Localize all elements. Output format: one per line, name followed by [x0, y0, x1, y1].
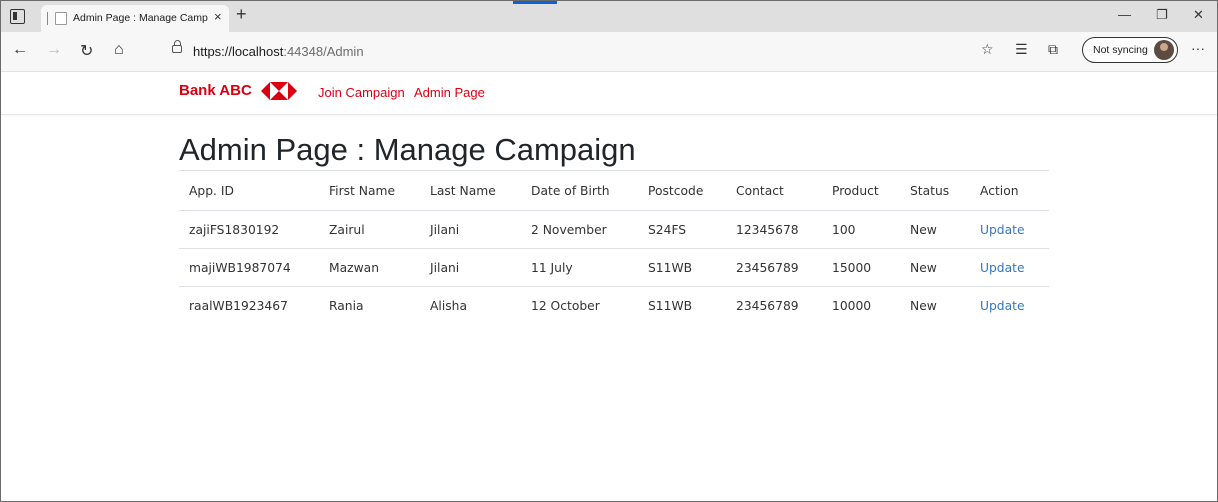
close-tab-icon[interactable]: × [214, 9, 222, 24]
table-row: zajiFS1830192 Zairul Jilani 2 November S… [179, 210, 1049, 249]
close-window-icon[interactable]: ✕ [1193, 7, 1204, 23]
col-product: Product [822, 170, 900, 211]
cell-action: Update [970, 210, 1049, 249]
site-navbar: Bank ABC Join Campaign Admin Page [1, 73, 1217, 115]
cell-dob: 12 October [521, 286, 638, 325]
cell-product: 100 [822, 210, 900, 249]
cell-app-id: majiWB1987074 [179, 248, 319, 287]
new-tab-icon[interactable]: + [236, 4, 247, 25]
nav-admin-page[interactable]: Admin Page [414, 85, 485, 100]
col-postcode: Postcode [638, 170, 726, 211]
nav-join-campaign[interactable]: Join Campaign [318, 85, 405, 100]
tab-bar: Admin Page : Manage Campaign × + — ❐ ✕ [1, 1, 1217, 32]
tab-actions-icon[interactable] [10, 9, 25, 24]
cell-last-name: Jilani [420, 248, 521, 287]
url-text[interactable]: https://localhost:44348/Admin [193, 44, 364, 59]
loading-indicator [513, 1, 557, 4]
table-row: majiWB1987074 Mazwan Jilani 11 July S11W… [179, 248, 1049, 287]
tab-separator [47, 12, 48, 25]
cell-product: 10000 [822, 286, 900, 325]
col-status: Status [900, 170, 970, 211]
cell-last-name: Alisha [420, 286, 521, 325]
tab-title: Admin Page : Manage Campaign [73, 12, 208, 24]
page-favicon-icon [55, 12, 67, 25]
sync-status-label: Not syncing [1093, 44, 1148, 56]
cell-contact: 23456789 [726, 286, 822, 325]
update-link[interactable]: Update [980, 223, 1025, 237]
cell-dob: 2 November [521, 210, 638, 249]
url-field[interactable]: https://localhost:44348/Admin [164, 38, 972, 64]
cell-first-name: Zairul [319, 210, 420, 249]
cell-postcode: S11WB [638, 286, 726, 325]
lock-icon[interactable] [172, 40, 182, 53]
cell-first-name: Rania [319, 286, 420, 325]
brand-name[interactable]: Bank ABC [179, 82, 252, 99]
cell-contact: 12345678 [726, 210, 822, 249]
refresh-icon[interactable]: ↻ [80, 41, 93, 61]
cell-postcode: S24FS [638, 210, 726, 249]
col-last-name: Last Name [420, 170, 521, 211]
cell-first-name: Mazwan [319, 248, 420, 287]
favorite-star-icon[interactable]: ☆ [981, 41, 994, 58]
avatar [1154, 40, 1174, 60]
hexagon-logo-icon [261, 82, 297, 100]
col-first-name: First Name [319, 170, 420, 211]
cell-last-name: Jilani [420, 210, 521, 249]
favorites-list-icon[interactable]: ☰ [1015, 41, 1028, 58]
cell-app-id: zajiFS1830192 [179, 210, 319, 249]
profile-sync-button[interactable]: Not syncing [1082, 37, 1178, 63]
cell-status: New [900, 286, 970, 325]
cell-action: Update [970, 286, 1049, 325]
campaign-table: App. ID First Name Last Name Date of Bir… [179, 170, 1049, 325]
minimize-icon[interactable]: — [1118, 7, 1131, 22]
table-header-row: App. ID First Name Last Name Date of Bir… [179, 170, 1049, 211]
home-icon[interactable]: ⌂ [114, 41, 124, 59]
cell-dob: 11 July [521, 248, 638, 287]
update-link[interactable]: Update [980, 299, 1025, 313]
cell-status: New [900, 210, 970, 249]
forward-icon[interactable]: → [46, 41, 62, 59]
address-bar: ← → ↻ ⌂ https://localhost:44348/Admin ☆ … [1, 32, 1217, 72]
col-contact: Contact [726, 170, 822, 211]
more-icon[interactable]: ··· [1191, 40, 1205, 56]
cell-action: Update [970, 248, 1049, 287]
cell-status: New [900, 248, 970, 287]
browser-window: Admin Page : Manage Campaign × + — ❐ ✕ ←… [0, 0, 1218, 502]
update-link[interactable]: Update [980, 261, 1025, 275]
page-title: Admin Page : Manage Campaign [179, 132, 636, 167]
cell-product: 15000 [822, 248, 900, 287]
col-date-of-birth: Date of Birth [521, 170, 638, 211]
restore-icon[interactable]: ❐ [1156, 7, 1168, 23]
browser-tab[interactable]: Admin Page : Manage Campaign × [41, 5, 229, 32]
cell-app-id: raalWB1923467 [179, 286, 319, 325]
collections-icon[interactable]: ⧉ [1048, 41, 1058, 58]
col-action: Action [970, 170, 1049, 211]
table-row: raalWB1923467 Rania Alisha 12 October S1… [179, 286, 1049, 325]
cell-postcode: S11WB [638, 248, 726, 287]
col-app-id: App. ID [179, 170, 319, 211]
cell-contact: 23456789 [726, 248, 822, 287]
back-icon[interactable]: ← [12, 41, 28, 59]
